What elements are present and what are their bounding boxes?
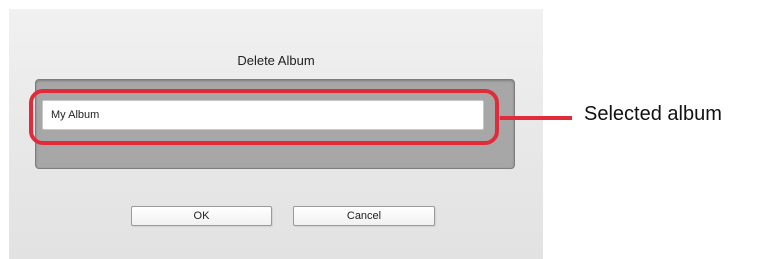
delete-album-dialog: Delete Album OK Cancel bbox=[9, 9, 543, 259]
callout-label: Selected album bbox=[584, 103, 722, 125]
callout-line bbox=[500, 116, 572, 120]
ok-button[interactable]: OK bbox=[131, 206, 272, 226]
selected-album-field[interactable]: My Album bbox=[42, 100, 484, 130]
cancel-button[interactable]: Cancel bbox=[293, 206, 435, 226]
dialog-title: Delete Album bbox=[237, 53, 315, 68]
